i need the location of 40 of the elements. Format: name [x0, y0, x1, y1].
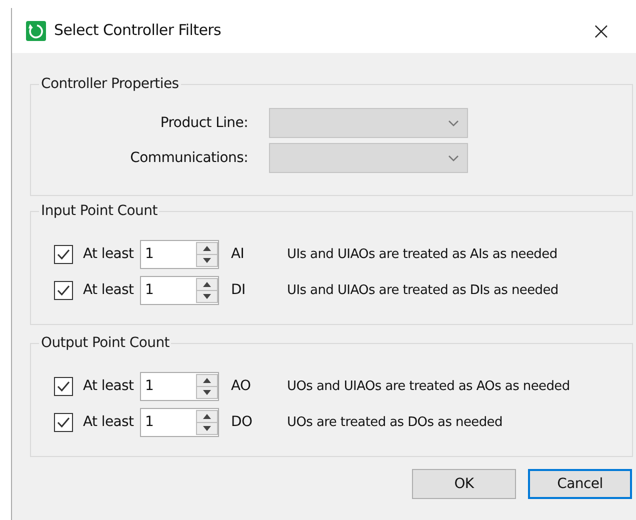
note-text: UOs are treated as DOs as needed	[287, 414, 502, 432]
note-text: UIs and UIAOs are treated as DIs as needed	[287, 282, 558, 300]
checkbox[interactable]	[54, 413, 73, 432]
checkbox[interactable]	[54, 245, 73, 264]
dialog-button[interactable]: OK	[412, 469, 516, 499]
group-title: Input Point Count	[40, 202, 158, 221]
checkbox-label: At least	[83, 377, 135, 396]
checkbox-label: At least	[83, 245, 135, 264]
checkbox[interactable]	[54, 281, 73, 300]
number-spinner[interactable]: 1	[140, 372, 219, 401]
point-type: DO	[231, 413, 254, 432]
field-label: Product Line:	[159, 114, 248, 132]
spinner-arrows-icon	[196, 242, 218, 267]
checkbox[interactable]	[54, 377, 73, 396]
point-type: DI	[231, 281, 246, 300]
checkmark-icon	[57, 381, 70, 392]
dialog-button[interactable]: Cancel	[528, 469, 632, 499]
number-spinner[interactable]: 1	[140, 276, 219, 305]
note-text: UOs and UIAOs are treated as AOs as needed	[287, 378, 570, 396]
point-type: AI	[231, 245, 246, 264]
note-text: UIs and UIAOs are treated as AIs as needed	[287, 246, 558, 264]
field-label: Communications:	[129, 148, 248, 168]
checkmark-icon	[57, 249, 70, 260]
checkmark-icon	[57, 417, 70, 428]
number-spinner[interactable]: 1	[140, 240, 219, 269]
chevron-down-icon	[448, 120, 459, 126]
point-type: AO	[231, 377, 252, 396]
checkbox-label: At least	[83, 281, 135, 300]
group-title: Output Point Count	[40, 334, 170, 353]
checkmark-icon	[57, 285, 70, 296]
group-title: Controller Properties	[40, 75, 180, 94]
app-icon	[26, 20, 46, 40]
chevron-down-icon	[448, 154, 459, 162]
close-button[interactable]: ×	[591, 18, 611, 42]
window-title: Select Controller Filters	[54, 20, 222, 42]
number-spinner[interactable]: 1	[140, 408, 219, 437]
checkbox-label: At least	[83, 413, 135, 432]
spinner-arrows-icon	[196, 410, 218, 435]
spinner-arrows-icon	[196, 278, 218, 303]
spinner-arrows-icon	[196, 374, 218, 399]
